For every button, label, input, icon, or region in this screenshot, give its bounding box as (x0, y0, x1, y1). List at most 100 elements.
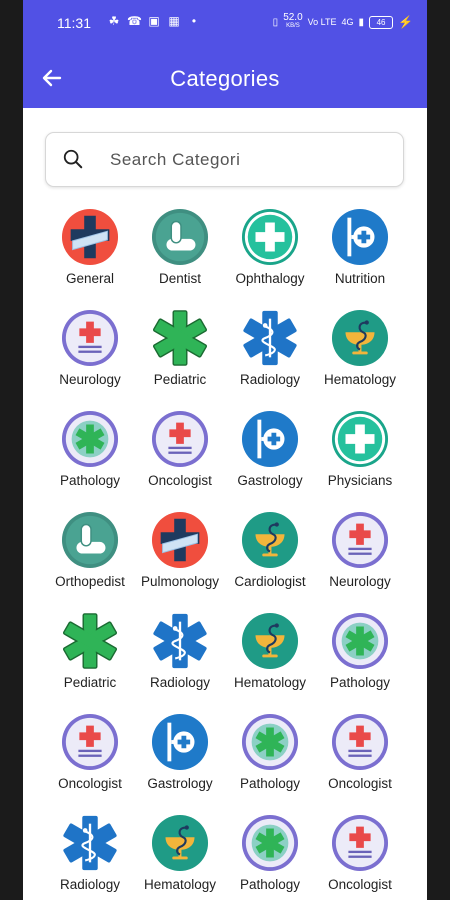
category-item[interactable]: Oncologist (45, 713, 135, 814)
calendar-icon: ▦ (168, 14, 180, 28)
hospital-sign-icon (241, 410, 299, 468)
cross-lines-icon (61, 309, 119, 367)
category-item[interactable]: Pediatric (45, 612, 135, 713)
bowl-of-hygieia-icon (331, 309, 389, 367)
star-of-life-caduceus-icon (63, 815, 117, 871)
cross-lines-icon (61, 713, 119, 771)
plus-teal-icon (331, 410, 389, 468)
cross-bandage-icon (61, 208, 119, 266)
status-right: ▯ 52.0 KB/S Vo LTE 4G ▮ 46 ⚡ (273, 13, 413, 31)
hospital-sign-icon (151, 713, 209, 771)
bowl-of-hygieia-icon (241, 612, 299, 670)
category-label: General (65, 271, 115, 286)
status-bar: 11:31 ☘ ☎ ▣ ▦ • ▯ 52.0 KB/S Vo LTE 4G ▮ … (23, 0, 427, 46)
category-label: Pathology (239, 776, 301, 791)
category-item[interactable]: Neurology (315, 511, 405, 612)
category-label: Dentist (158, 271, 202, 286)
category-label: Ophthalogy (235, 271, 305, 286)
category-item[interactable]: Orthopedist (45, 511, 135, 612)
page-title: Categories (170, 66, 280, 91)
category-item[interactable]: Radiology (135, 612, 225, 713)
category-item[interactable]: Oncologist (315, 814, 405, 900)
asterisk-purple-icon (331, 612, 389, 670)
category-label: Pediatric (63, 675, 117, 690)
volte-indicator: Vo LTE (307, 16, 337, 27)
category-item[interactable]: Pulmonology (135, 511, 225, 612)
bowl-of-hygieia-icon (241, 511, 299, 569)
category-label: Neurology (329, 574, 391, 589)
category-item[interactable]: Hematology (225, 612, 315, 713)
snapchat-icon: ☘ (108, 14, 120, 28)
category-label: Gastrology (147, 776, 213, 791)
search-icon (63, 149, 83, 169)
category-label: Hematology (143, 877, 217, 892)
category-item[interactable]: Cardiologist (225, 511, 315, 612)
asterisk-purple-icon (241, 713, 299, 771)
category-item[interactable]: Pathology (315, 612, 405, 713)
search-input[interactable] (108, 145, 392, 175)
category-label: Oncologist (328, 877, 392, 892)
star-of-life-caduceus-icon (153, 613, 207, 669)
hospital-sign-icon (331, 208, 389, 266)
category-item[interactable]: Pediatric (135, 309, 225, 410)
cross-lines-icon (331, 511, 389, 569)
category-label: Gastrology (237, 473, 303, 488)
category-label: Nutrition (334, 271, 386, 286)
charging-icon: ⚡ (398, 15, 413, 29)
whatsapp-icon: ☎ (127, 14, 142, 28)
category-item[interactable]: Pathology (45, 410, 135, 511)
category-label: Cardiologist (234, 574, 306, 589)
category-label: Hematology (233, 675, 307, 690)
cross-lines-icon (151, 410, 209, 468)
bowl-of-hygieia-icon (151, 814, 209, 872)
category-item[interactable]: Oncologist (315, 713, 405, 814)
cross-lines-icon (331, 713, 389, 771)
asterisk-purple-icon (61, 410, 119, 468)
category-label: Pediatric (153, 372, 207, 387)
category-item[interactable]: Ophthalogy (225, 208, 315, 309)
category-item[interactable]: Physicians (315, 410, 405, 511)
asterisk-purple-icon (241, 814, 299, 872)
category-item[interactable]: Radiology (225, 309, 315, 410)
vibrate-icon: ▯ (272, 16, 279, 28)
category-item[interactable]: Dentist (135, 208, 225, 309)
pill-capsule-icon (151, 208, 209, 266)
category-item[interactable]: Pathology (225, 713, 315, 814)
category-label: Neurology (59, 372, 121, 387)
category-label: Pulmonology (140, 574, 220, 589)
category-item[interactable]: Nutrition (315, 208, 405, 309)
category-item[interactable]: Gastrology (135, 713, 225, 814)
category-label: Radiology (149, 675, 211, 690)
pill-capsule-icon (61, 511, 119, 569)
star-of-life-caduceus-icon (243, 310, 297, 366)
category-item[interactable]: Hematology (315, 309, 405, 410)
category-item[interactable]: Neurology (45, 309, 135, 410)
cross-bandage-icon (151, 511, 209, 569)
category-label: Radiology (59, 877, 121, 892)
category-label: Pathology (329, 675, 391, 690)
category-item[interactable]: General (45, 208, 135, 309)
plus-teal-icon (241, 208, 299, 266)
star-of-life-green-icon (152, 310, 208, 366)
category-label: Oncologist (148, 473, 212, 488)
search-box[interactable] (45, 132, 404, 187)
category-item[interactable]: Hematology (135, 814, 225, 900)
instagram-icon: ▣ (148, 14, 160, 28)
status-time: 11:31 (57, 15, 91, 31)
category-label: Radiology (239, 372, 301, 387)
category-label: Oncologist (328, 776, 392, 791)
app-bar: 11:31 ☘ ☎ ▣ ▦ • ▯ 52.0 KB/S Vo LTE 4G ▮ … (23, 0, 427, 108)
category-label: Pathology (239, 877, 301, 892)
notification-icons: ☘ ☎ ▣ ▦ • (107, 14, 201, 28)
phone-screen: 11:31 ☘ ☎ ▣ ▦ • ▯ 52.0 KB/S Vo LTE 4G ▮ … (23, 0, 427, 900)
category-label: Physicians (327, 473, 393, 488)
network-speed: 52.0 KB/S (283, 13, 302, 31)
category-item[interactable]: Oncologist (135, 410, 225, 511)
category-item[interactable]: Pathology (225, 814, 315, 900)
speed-unit: KB/S (286, 23, 300, 29)
category-label: Hematology (323, 372, 397, 387)
category-item[interactable]: Radiology (45, 814, 135, 900)
category-item[interactable]: Gastrology (225, 410, 315, 511)
network-type: 4G (341, 16, 354, 27)
category-label: Oncologist (58, 776, 122, 791)
